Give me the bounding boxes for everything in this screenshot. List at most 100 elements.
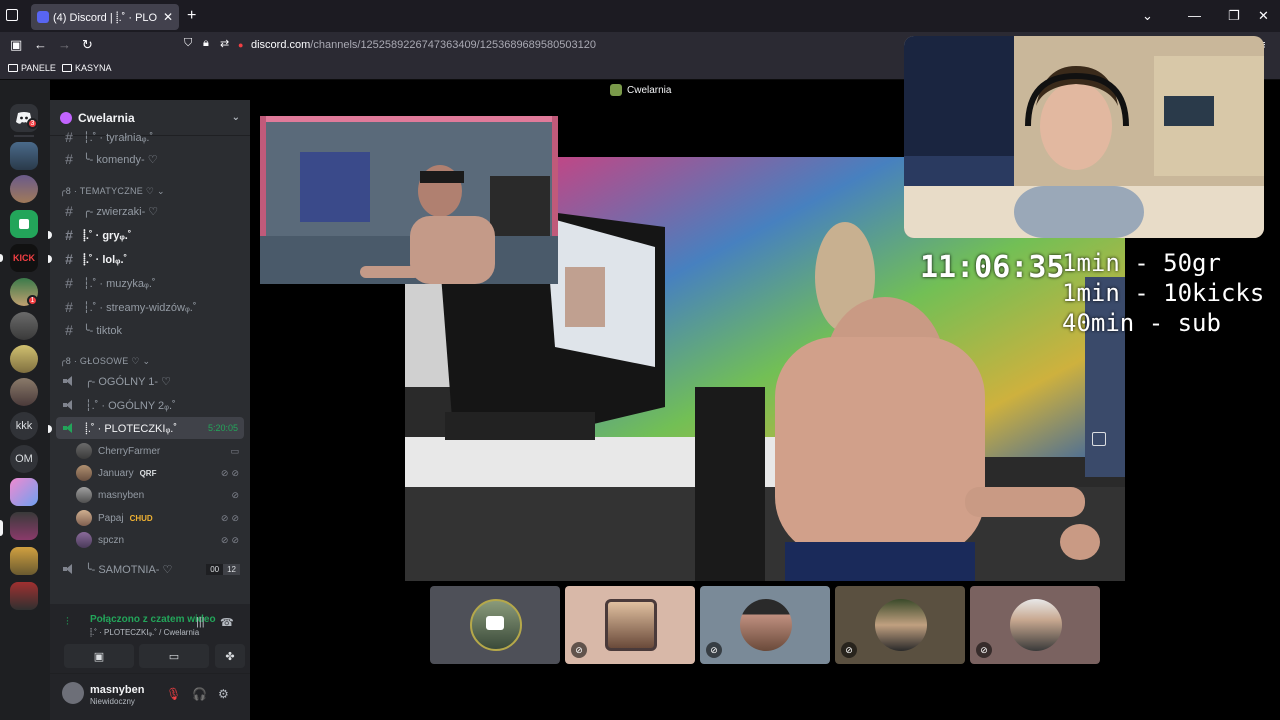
disconnect-icon[interactable]: ☎ xyxy=(220,616,234,629)
voice-user-papaj[interactable]: Papaj CHUD ⊘⊘ xyxy=(76,507,242,529)
tab-overflow-chevron-icon[interactable]: ⌄ xyxy=(1142,8,1153,24)
media-sharing-icon[interactable]: ● xyxy=(238,40,243,50)
browser-tab-discord[interactable]: (4) Discord | ⸽.˚ · PLOTECZ ✕ xyxy=(31,4,179,30)
channel-label: ┆.˚ · streamy-widzówᵩ.˚ xyxy=(83,301,197,314)
server-icon-1[interactable] xyxy=(10,142,38,170)
url-bar[interactable]: discord.com/channels/1252589226747363409… xyxy=(251,39,596,51)
server-icon-10[interactable] xyxy=(10,478,38,506)
signal-icon[interactable]: ⫶ xyxy=(66,616,69,629)
server-icon-kkk[interactable]: kkk xyxy=(10,412,38,440)
server-icon-cwelarnia[interactable] xyxy=(10,512,38,540)
minimize-button[interactable]: — xyxy=(1188,8,1201,23)
server-icon-13[interactable] xyxy=(10,582,38,610)
hash-icon: # xyxy=(65,227,73,243)
rule-line: 1min - 10kicks xyxy=(1062,279,1265,307)
server-icon-7[interactable] xyxy=(10,378,38,406)
server-icon-2[interactable] xyxy=(10,175,38,203)
server-icon-6[interactable] xyxy=(10,345,38,373)
user-panel: masnyben Niewidoczny 🎙 🎧 ⚙ xyxy=(50,674,250,720)
expand-icon[interactable] xyxy=(1092,432,1106,446)
channel-label: ╰- tiktok xyxy=(83,324,123,337)
permissions-icon[interactable]: ⇄ xyxy=(220,37,229,50)
channel-label: ╭- OGÓLNY 1- ♡ xyxy=(85,375,171,388)
kick-server-icon[interactable]: KICK xyxy=(10,244,38,272)
noise-suppression-icon[interactable]: ||| xyxy=(196,616,205,628)
category-glosowe[interactable]: ╭8 · GŁOSOWE ♡ ⌄ xyxy=(60,356,150,367)
speaker-icon xyxy=(63,400,75,410)
muted-icon: ⊘ xyxy=(976,642,992,658)
pip-video-stream[interactable] xyxy=(260,116,558,284)
shield-icon[interactable]: ⛉ xyxy=(184,37,192,50)
participant-tile-4[interactable]: ⊘ xyxy=(835,586,965,664)
voice-channel-item[interactable]: ┆.˚ · OGÓLNY 2ᵩ.˚ xyxy=(56,394,244,416)
server-icon-om[interactable]: OM xyxy=(10,445,38,473)
server-list: 3 KICK 1 kkk OM xyxy=(0,80,50,720)
channel-item[interactable]: # ┆.˚ · streamy-widzówᵩ.˚ xyxy=(56,296,244,318)
close-window-button[interactable]: ✕ xyxy=(1258,8,1269,24)
settings-gear-icon[interactable]: ⚙ xyxy=(218,687,229,701)
user-name: spczn xyxy=(98,534,125,546)
voice-user-cherryfarmer[interactable]: CherryFarmer ▭ xyxy=(76,440,242,462)
new-tab-button[interactable]: + xyxy=(187,7,196,25)
folder-server-icon[interactable] xyxy=(10,210,38,238)
avatar xyxy=(605,599,657,651)
participant-tile-3[interactable]: ⊘ xyxy=(700,586,830,664)
share-screen-button[interactable]: ▭ xyxy=(139,644,209,668)
bookmark-label: PANELE xyxy=(21,63,56,73)
avatar[interactable] xyxy=(62,682,84,704)
channel-label: ⸽.˚ · PLOTECZKIᵩ.˚ xyxy=(85,422,178,435)
channel-item[interactable]: # ╰- komendy- ♡ xyxy=(56,148,244,170)
voice-user-masnyben[interactable]: masnyben ⊘ xyxy=(76,484,242,506)
activity-button[interactable]: ✤ xyxy=(215,644,245,668)
participant-tile-5[interactable]: ⊘ xyxy=(970,586,1100,664)
rule-line: 40min - sub xyxy=(1062,309,1221,337)
server-icon-12[interactable] xyxy=(10,547,38,575)
bookmark-label: KASYNA xyxy=(75,63,112,73)
sidebar-toggle-icon[interactable]: ▣ xyxy=(10,37,22,53)
voice-status-subtitle[interactable]: ⸽.˚ · PLOTECZKIᵩ.˚ / Cwelarnia xyxy=(90,627,199,638)
streamer-webcam-overlay xyxy=(904,36,1264,238)
microphone-muted-icon[interactable]: 🎙 xyxy=(166,687,181,701)
user-count: 00 xyxy=(206,563,224,575)
voice-channel-item[interactable]: ╰- SAMOTNIA- ♡ 00 12 xyxy=(56,558,244,580)
camera-icon: ▭ xyxy=(230,445,242,456)
channel-label: ╭- zwierzaki- ♡ xyxy=(83,205,159,218)
folder-icon xyxy=(62,64,72,72)
channel-label: ⸽.˚ · gryᵩ.˚ xyxy=(83,229,132,242)
voice-user-january[interactable]: January QRF ⊘⊘ xyxy=(76,462,242,484)
channel-label: ┆.˚ · tyrałniaᵩ.˚ xyxy=(83,131,154,144)
channel-item[interactable]: # ╭- zwierzaki- ♡ xyxy=(56,200,244,222)
server-icon-5[interactable] xyxy=(10,312,38,340)
voice-user-spczn[interactable]: spczn ⊘⊘ xyxy=(76,529,242,551)
channel-item[interactable]: # ┆.˚ · muzykaᵩ.˚ xyxy=(56,272,244,294)
channel-item[interactable]: # ╰- tiktok xyxy=(56,319,244,341)
toggle-camera-button[interactable]: ▣ xyxy=(64,644,134,668)
back-button[interactable]: ← xyxy=(34,37,47,52)
tab-list-icon[interactable] xyxy=(6,9,18,21)
lock-icon[interactable]: 🔒︎ xyxy=(203,37,209,50)
participant-tile-2[interactable]: ⊘ xyxy=(565,586,695,664)
channel-item[interactable]: # ⸽.˚ · lolᵩ.˚ xyxy=(56,248,244,270)
speaker-icon xyxy=(63,376,75,386)
clan-tag: QRF xyxy=(139,468,157,478)
reload-button[interactable]: ↻ xyxy=(82,37,93,53)
hash-icon: # xyxy=(65,203,73,219)
tab-close-icon[interactable]: ✕ xyxy=(163,10,173,24)
voice-channel-item[interactable]: ╭- OGÓLNY 1- ♡ xyxy=(56,370,244,392)
category-tematyczne[interactable]: ╭8 · TEMATYCZNE ♡ ⌄ xyxy=(60,186,165,197)
user-name[interactable]: masnyben xyxy=(90,684,144,696)
bookmark-folder-panele[interactable]: PANELE xyxy=(8,63,56,73)
user-limit-counter: 00 12 xyxy=(206,563,240,575)
forward-button[interactable]: → xyxy=(58,37,71,52)
hash-icon: # xyxy=(65,251,73,267)
voice-channel-ploteczki[interactable]: ⸽.˚ · PLOTECZKIᵩ.˚ 5:20:05 xyxy=(56,417,244,439)
voice-duration: 5:20:05 xyxy=(207,423,238,433)
restore-button[interactable]: ❐ xyxy=(1228,8,1240,24)
channel-item[interactable]: # ┆.˚ · tyrałniaᵩ.˚ xyxy=(56,126,244,148)
speaker-icon xyxy=(63,564,75,574)
channel-item[interactable]: # ⸽.˚ · gryᵩ.˚ xyxy=(56,224,244,246)
selected-pill xyxy=(0,520,3,536)
headset-icon[interactable]: 🎧 xyxy=(192,687,207,701)
bookmark-folder-kasyna[interactable]: KASYNA xyxy=(62,63,112,73)
participant-tile-camera[interactable] xyxy=(430,586,560,664)
